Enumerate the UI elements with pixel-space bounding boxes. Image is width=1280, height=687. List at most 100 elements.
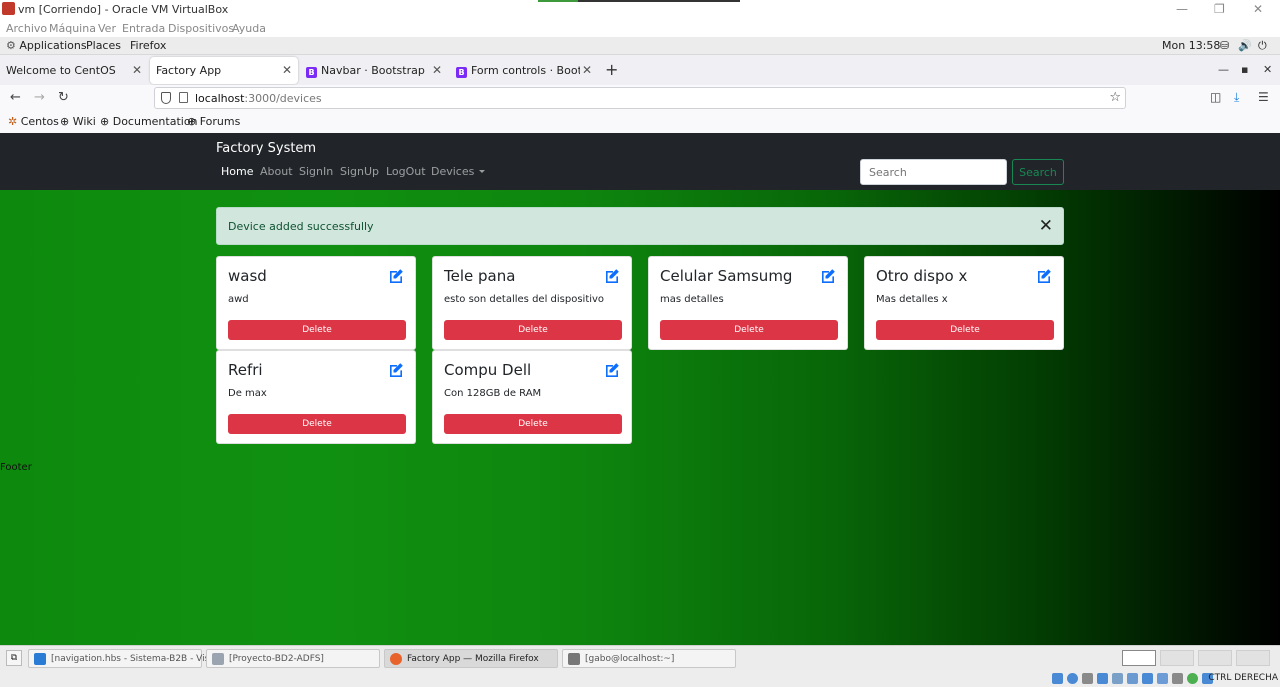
alert-close-icon[interactable]: ✕ <box>1039 216 1053 236</box>
browser-tab-strip: Welcome to CentOS ✕ Factory App ✕ B Navba… <box>0 55 1280 85</box>
page-footer: Footer <box>0 462 32 473</box>
page-info-icon[interactable] <box>179 92 188 103</box>
task-file-manager[interactable]: [Proyecto-BD2-ADFS] <box>206 649 380 668</box>
app-navbar: Factory System Home About SignIn SignUp … <box>0 133 1280 190</box>
bookmark-centos[interactable]: ✲ Centos <box>8 115 59 128</box>
workspace-4[interactable] <box>1236 650 1270 666</box>
vbox-menu-bar: Archivo Máquina Ver Entrada Dispositivos… <box>0 19 1280 37</box>
task-vscode[interactable]: [navigation.hbs - Sistema-B2B - Visu... <box>28 649 224 668</box>
nav-home[interactable]: Home <box>221 165 253 178</box>
menu-archivo[interactable]: Archivo <box>6 22 47 35</box>
folder-icon <box>212 653 224 665</box>
menu-dispositivos[interactable]: Dispositivos <box>168 22 234 35</box>
delete-button[interactable]: Delete <box>660 320 838 340</box>
network-adapter-icon[interactable] <box>1097 673 1108 684</box>
ff-maximize-icon[interactable]: ▪ <box>1241 63 1248 76</box>
menu-hamburger-icon[interactable]: ☰ <box>1258 90 1269 104</box>
tab-close-icon[interactable]: ✕ <box>582 63 592 77</box>
menu-ver[interactable]: Ver <box>98 22 116 35</box>
network-icon[interactable]: ⛁ <box>1220 39 1229 52</box>
task-firefox[interactable]: Factory App — Mozilla Firefox <box>384 649 558 668</box>
pocket-icon[interactable]: ◫ <box>1210 90 1221 104</box>
terminal-icon <box>568 653 580 665</box>
show-desktop-icon[interactable]: ⧉ <box>6 650 22 666</box>
usb-icon[interactable] <box>1112 673 1123 684</box>
new-tab-icon[interactable]: + <box>605 60 618 79</box>
close-icon[interactable]: ✕ <box>1253 2 1263 16</box>
edit-icon[interactable] <box>604 268 620 284</box>
display-icon[interactable] <box>1142 673 1153 684</box>
hdd-icon[interactable] <box>1052 673 1063 684</box>
nav-about[interactable]: About <box>260 165 293 178</box>
clock[interactable]: Mon 13:58 <box>1162 39 1220 52</box>
search-button[interactable]: Search <box>1012 159 1064 185</box>
applications-menu[interactable]: ⚙ Applications <box>6 39 87 52</box>
tab-close-icon[interactable]: ✕ <box>432 63 442 77</box>
nav-devices-dropdown[interactable]: Devices <box>431 165 486 178</box>
delete-button[interactable]: Delete <box>228 414 406 434</box>
edit-icon[interactable] <box>1036 268 1052 284</box>
tab-welcome-centos[interactable]: Welcome to CentOS ✕ <box>0 57 148 84</box>
delete-button[interactable]: Delete <box>444 320 622 340</box>
bootstrap-icon: B <box>306 67 317 78</box>
nav-signup[interactable]: SignUp <box>340 165 379 178</box>
cpu-icon[interactable] <box>1172 673 1183 684</box>
power-icon[interactable]: ⏻ <box>1258 39 1267 53</box>
delete-button[interactable]: Delete <box>228 320 406 340</box>
shield-icon[interactable] <box>161 92 171 104</box>
tab-factory-app[interactable]: Factory App ✕ <box>150 57 298 84</box>
bookmark-documentation[interactable]: ⊕ Documentation <box>100 115 198 128</box>
browser-nav-bar: ← → ↻ localhost:3000/devices ☆ <box>0 85 1280 111</box>
recording-icon[interactable] <box>1157 673 1168 684</box>
edit-icon[interactable] <box>604 362 620 378</box>
reload-icon[interactable]: ↻ <box>58 90 69 105</box>
firefox-menu[interactable]: Firefox <box>130 39 166 52</box>
nav-signin[interactable]: SignIn <box>299 165 333 178</box>
delete-button[interactable]: Delete <box>876 320 1054 340</box>
device-name: wasd <box>228 267 267 285</box>
restore-icon[interactable]: ❐ <box>1214 2 1225 16</box>
task-label: [navigation.hbs - Sistema-B2B - Visu... <box>51 654 224 664</box>
tab-close-icon[interactable]: ✕ <box>132 63 142 77</box>
audio-icon[interactable] <box>1082 673 1093 684</box>
url-text[interactable]: localhost:3000/devices <box>195 92 322 105</box>
menu-entrada[interactable]: Entrada <box>122 22 165 35</box>
nav-logout[interactable]: LogOut <box>386 165 426 178</box>
search-input[interactable] <box>860 159 1007 185</box>
edit-icon[interactable] <box>820 268 836 284</box>
places-menu[interactable]: Places <box>86 39 121 52</box>
device-name: Celular Samsumg <box>660 267 793 285</box>
menu-maquina[interactable]: Máquina <box>49 22 96 35</box>
edit-icon[interactable] <box>388 268 404 284</box>
menu-ayuda[interactable]: Ayuda <box>232 22 266 35</box>
firefox-icon <box>390 653 402 665</box>
bookmark-star-icon[interactable]: ☆ <box>1109 90 1121 105</box>
vscode-icon <box>34 653 46 665</box>
ff-close-icon[interactable]: ✕ <box>1263 63 1272 76</box>
tab-close-icon[interactable]: ✕ <box>282 63 292 77</box>
workspace-3[interactable] <box>1198 650 1232 666</box>
bookmark-forums[interactable]: ⊕ Forums <box>187 115 240 128</box>
tab-navbar-bootstrap[interactable]: BNavbar · Bootstrap v5.1 ✕ <box>300 57 448 84</box>
window-list-taskbar: ⧉ [navigation.hbs - Sistema-B2B - Visu..… <box>0 645 1280 670</box>
bookmark-wiki[interactable]: ⊕ Wiki <box>60 115 96 128</box>
url-bar[interactable]: localhost:3000/devices ☆ <box>154 87 1126 109</box>
edit-icon[interactable] <box>388 362 404 378</box>
vt-x-icon[interactable] <box>1187 673 1198 684</box>
workspace-1[interactable] <box>1122 650 1156 666</box>
minimize-icon[interactable]: — <box>1176 2 1188 16</box>
forward-icon[interactable]: → <box>34 90 45 105</box>
delete-button[interactable]: Delete <box>444 414 622 434</box>
device-card: Tele pana esto son detalles del disposit… <box>432 256 632 350</box>
downloads-icon[interactable]: ⤓ <box>1234 90 1239 105</box>
task-terminal[interactable]: [gabo@localhost:~] <box>562 649 736 668</box>
device-details: mas detalles <box>660 294 724 305</box>
ff-minimize-icon[interactable]: — <box>1218 63 1229 76</box>
tab-form-controls[interactable]: BForm controls · Bootstrap ✕ <box>450 57 598 84</box>
navbar-brand[interactable]: Factory System <box>216 141 316 156</box>
volume-icon[interactable]: 🔊 <box>1238 39 1252 52</box>
shared-folders-icon[interactable] <box>1127 673 1138 684</box>
workspace-2[interactable] <box>1160 650 1194 666</box>
back-icon[interactable]: ← <box>10 90 21 105</box>
optical-drive-icon[interactable] <box>1067 673 1078 684</box>
